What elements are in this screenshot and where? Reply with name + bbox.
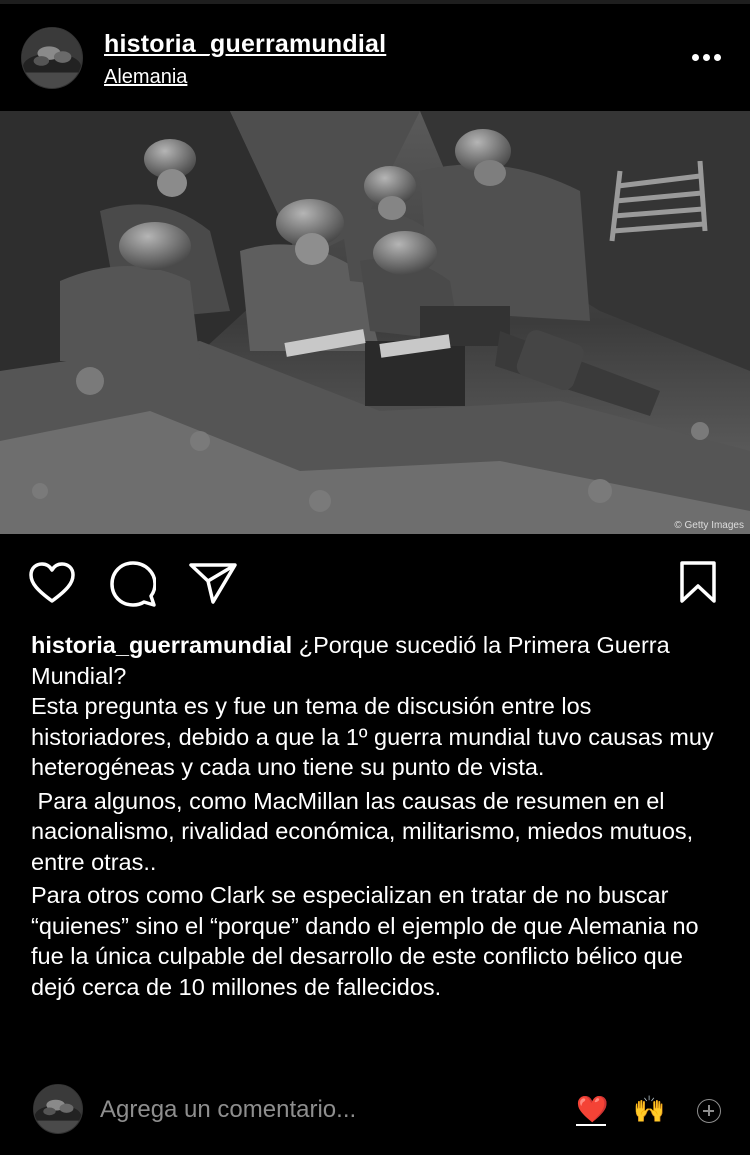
comment-input[interactable] <box>100 1094 520 1126</box>
paper-plane-icon[interactable] <box>189 562 237 604</box>
speech-bubble-icon[interactable] <box>110 561 156 607</box>
image-credit: © Getty Images <box>674 520 744 531</box>
avatar-photo <box>22 28 82 88</box>
post-location[interactable]: Alemania <box>104 66 187 89</box>
profile-avatar[interactable] <box>21 27 83 89</box>
more-options-icon[interactable] <box>686 44 726 72</box>
plus-circle-icon[interactable] <box>697 1099 721 1123</box>
post-username[interactable]: historia_guerramundial <box>104 30 386 59</box>
caption-paragraph: Para otros como Clark se especializan en… <box>31 882 699 1000</box>
post-caption: historia_guerramundial ¿Porque sucedió l… <box>31 630 731 1002</box>
post-header: historia_guerramundial Alemania <box>0 4 750 111</box>
heart-outline-icon[interactable] <box>29 562 75 604</box>
comment-bar: ❤️ 🙌 <box>0 1080 750 1155</box>
caption-paragraph: Para algunos, como MacMillan las causas … <box>31 787 700 875</box>
caption-first-line: historia_guerramundial ¿Porque sucedió l… <box>31 630 731 691</box>
current-user-avatar[interactable] <box>33 1084 83 1134</box>
caption-username[interactable]: historia_guerramundial <box>31 632 292 658</box>
post-actions <box>0 534 750 630</box>
post-image[interactable]: © Getty Images <box>0 111 750 534</box>
quick-emoji-raised-hands[interactable]: 🙌 <box>633 1094 665 1124</box>
bookmark-icon[interactable] <box>680 561 716 603</box>
quick-emoji-heart[interactable]: ❤️ <box>576 1094 608 1126</box>
soldiers-photo <box>0 111 750 534</box>
avatar-photo <box>34 1085 82 1133</box>
caption-paragraph: Esta pregunta es y fue un tema de discus… <box>31 693 714 780</box>
